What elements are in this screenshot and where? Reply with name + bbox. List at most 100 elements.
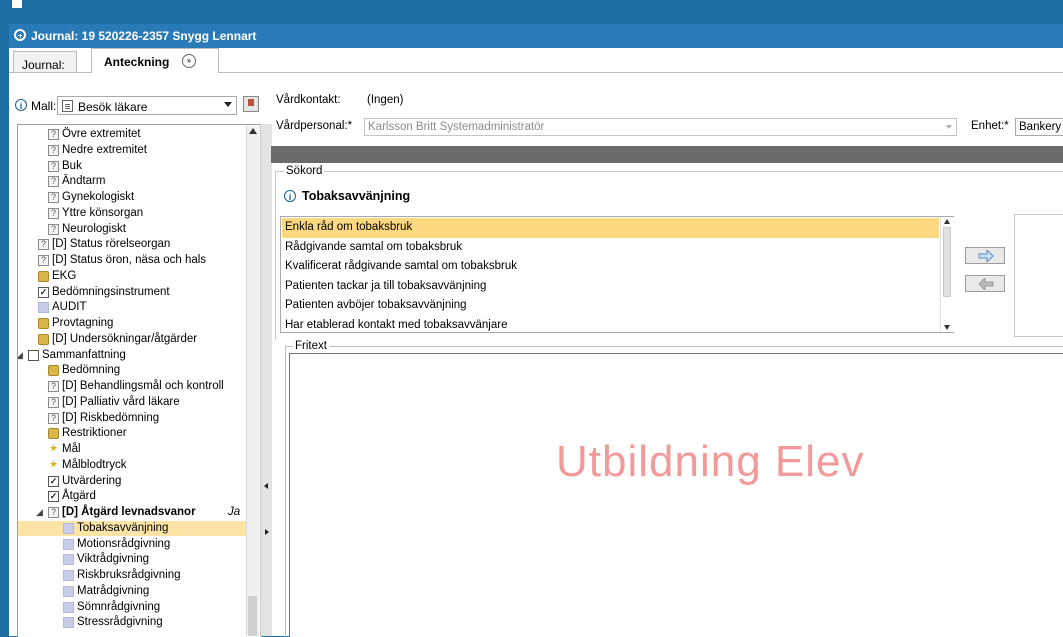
star-icon: ★: [49, 443, 58, 453]
sokord-option[interactable]: Enkla råd om tobaksbruk: [282, 218, 939, 238]
sokord-option[interactable]: Patienten tackar ja till tobaksavvänjnin…: [282, 277, 939, 297]
sokord-option[interactable]: Har etablerad kontakt med tobaksavvänjar…: [282, 316, 939, 336]
fritext-textarea[interactable]: [289, 353, 1063, 637]
window-icon: [12, 0, 22, 8]
summary-icon: [28, 349, 39, 361]
tree-item[interactable]: ✓ Utvärdering: [18, 474, 246, 490]
mall-select[interactable]: Besök läkare: [57, 96, 237, 115]
question-icon: ?: [38, 239, 49, 251]
tree-item[interactable]: Provtagning: [18, 316, 246, 332]
question-icon: ?: [48, 412, 59, 424]
arrow-left-icon: [978, 278, 994, 290]
scroll-up-icon[interactable]: [249, 128, 257, 134]
tree-item-label: Gynekologiskt: [62, 191, 135, 203]
enhet-value: Bankery: [1019, 121, 1062, 133]
tree-expander-icon[interactable]: ◢: [18, 348, 23, 363]
sokord-option[interactable]: Patienten avböjer tobaksavvänjning: [282, 296, 939, 316]
tab-anteckning-label: Anteckning: [104, 55, 170, 69]
info-icon[interactable]: i: [15, 99, 27, 111]
info-icon[interactable]: i: [284, 190, 296, 202]
square-icon: [63, 538, 74, 550]
scroll-thumb[interactable]: [943, 227, 951, 297]
tree-item[interactable]: ? Buk: [18, 159, 246, 175]
tree-item[interactable]: ◢ Sammanfattning: [18, 348, 246, 364]
tree-item-label: Buk: [62, 159, 82, 172]
question-icon: ?: [48, 381, 59, 392]
tree-item[interactable]: ✓ Bedömningsinstrument: [18, 285, 246, 301]
expand-right-icon[interactable]: [265, 529, 269, 535]
journal-titlebar: Journal: 19 520226-2357 Snygg Lennart: [9, 24, 1063, 48]
tree-item-label: [D] Status öron, näsa och hals: [52, 254, 207, 266]
tree-item[interactable]: ◢? [D] Åtgärd levnadsvanor Ja: [18, 505, 246, 521]
tree-item[interactable]: Matrådgivning: [18, 584, 246, 600]
tab-anteckning[interactable]: Anteckning »: [91, 48, 219, 73]
add-selected-button[interactable]: [965, 247, 1005, 264]
tree-item-label: [D] Undersökningar/åtgärder: [52, 332, 198, 345]
sokord-options-list[interactable]: Enkla råd om tobaksbruk Rådgivande samtal…: [280, 216, 954, 333]
scroll-up-icon[interactable]: [944, 219, 950, 224]
tree-item[interactable]: ? Gynekologiskt: [18, 190, 246, 206]
mall-value: Besök läkare: [78, 100, 148, 114]
tree-item-label: AUDIT: [52, 301, 87, 314]
options-scrollbar[interactable]: [940, 217, 954, 332]
tree-item[interactable]: ★ Målblodtryck: [18, 458, 246, 474]
stamp-button[interactable]: [243, 96, 259, 112]
tree-item[interactable]: ? [D] Status öron, näsa och hals: [18, 253, 246, 269]
watermark: Utbildning Elev: [556, 437, 865, 486]
vardkontakt-value[interactable]: (Ingen): [367, 94, 403, 106]
sokord-option[interactable]: Rådgivande samtal om tobaksbruk: [282, 238, 939, 258]
remove-selected-button[interactable]: [965, 275, 1005, 292]
question-icon: ?: [48, 192, 59, 203]
tree-item[interactable]: ? Neurologiskt: [18, 222, 246, 238]
tree-item[interactable]: ? Ändtarm: [18, 174, 246, 190]
tree-item[interactable]: Restriktioner: [18, 426, 246, 442]
tree-item-label: Neurologiskt: [62, 222, 126, 235]
tree-item-label: [D] Riskbedömning: [62, 411, 160, 424]
vardpersonal-select[interactable]: Karlsson Britt Systemadministratör: [364, 118, 957, 136]
tab-journal-label: Journal:: [22, 58, 65, 72]
tree-item[interactable]: ? Nedre extremitet: [18, 143, 246, 159]
sokord-option[interactable]: Kvalificerat rådgivande samtal om tobaks…: [282, 257, 939, 277]
scroll-thumb[interactable]: [248, 596, 257, 636]
tree-item[interactable]: AUDIT: [18, 300, 246, 316]
tree-item[interactable]: ? [D] Riskbedömning: [18, 411, 246, 427]
collapse-left-icon[interactable]: [264, 483, 268, 489]
tree-item[interactable]: Bedömning: [18, 363, 246, 379]
double-chevron-icon[interactable]: »: [182, 54, 196, 68]
square-icon: [63, 554, 74, 566]
tree-item-label: Sammanfattning: [42, 348, 126, 361]
tree-item[interactable]: [D] Undersökningar/åtgärder: [18, 332, 246, 348]
tree-item[interactable]: Sömnrådgivning: [18, 600, 246, 616]
tree-item[interactable]: ✓ Åtgärd: [18, 489, 246, 505]
tree-item[interactable]: Motionsrådgivning: [18, 537, 246, 553]
window-title: Journal: 19 520226-2357 Snygg Lennart: [31, 29, 257, 43]
pane-splitter[interactable]: [260, 124, 272, 636]
tree-item[interactable]: ? [D] Status rörelseorgan: [18, 237, 246, 253]
tree-item-label: Utvärdering: [62, 474, 122, 487]
template-tree: ? Övre extremitet? Nedre extremitet? Buk? Än…: [17, 124, 262, 637]
enhet-field[interactable]: Bankery: [1015, 118, 1063, 136]
dropdown-arrow-icon[interactable]: [946, 125, 952, 129]
tree-item[interactable]: ? Övre extremitet: [18, 127, 246, 143]
tree-item[interactable]: ? [D] Behandlingsmål och kontroll: [18, 379, 246, 395]
sokord-legend: Sökord: [284, 165, 325, 177]
tree-item[interactable]: EKG: [18, 269, 246, 285]
tree-scrollbar[interactable]: [246, 126, 259, 636]
document-icon: [62, 100, 73, 112]
tree-item[interactable]: ? Yttre könsorgan: [18, 206, 246, 222]
tree-item[interactable]: ? [D] Palliativ vård läkare: [18, 395, 246, 411]
tree-item[interactable]: Stressrådgivning: [18, 615, 246, 631]
square-icon: [63, 570, 74, 581]
tree-item-label: Målblodtryck: [62, 458, 127, 471]
dropdown-arrow-icon[interactable]: [224, 102, 232, 107]
scroll-down-icon[interactable]: [944, 325, 950, 330]
tree-item[interactable]: ★ Mål: [18, 442, 246, 458]
tree-item[interactable]: Viktrådgivning: [18, 552, 246, 568]
selected-options-list[interactable]: [1014, 214, 1063, 337]
question-icon: ?: [48, 207, 59, 219]
tab-journal[interactable]: Journal:: [13, 51, 77, 72]
tree-item-label: [D] Åtgärd levnadsvanor: [62, 506, 196, 518]
tree-item[interactable]: Tobaksavvänjning: [18, 520, 246, 537]
tree-expander-icon[interactable]: ◢: [36, 505, 43, 520]
tree-item[interactable]: Riskbruksrådgivning: [18, 568, 246, 584]
